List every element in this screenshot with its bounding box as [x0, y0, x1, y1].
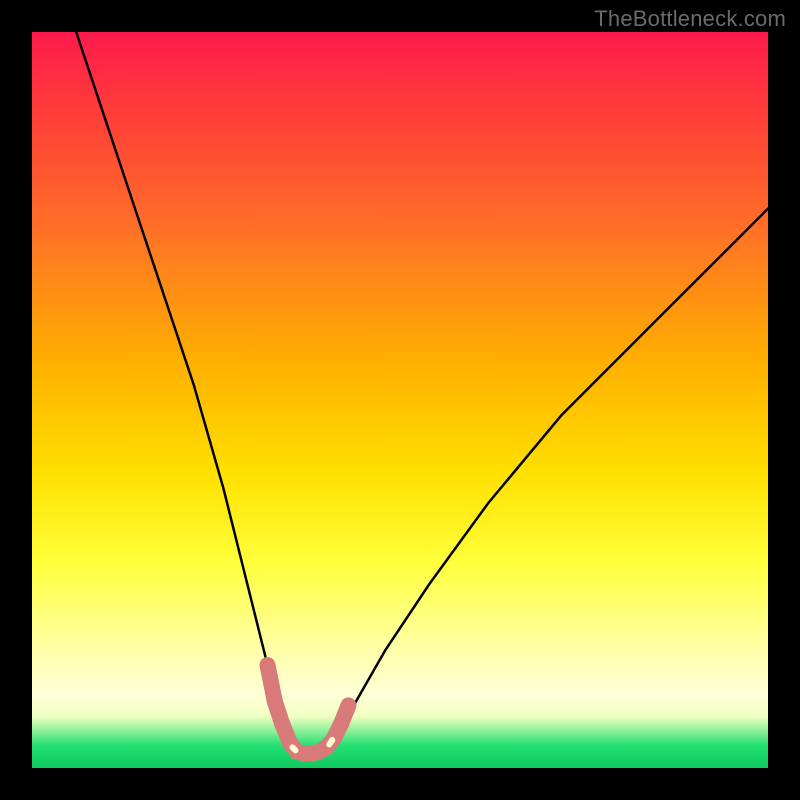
chart-plot-area — [32, 32, 768, 768]
chart-frame: TheBottleneck.com — [0, 0, 800, 800]
bottleneck-curve — [76, 32, 768, 753]
watermark-text: TheBottleneck.com — [594, 6, 786, 32]
curve-line — [76, 32, 768, 753]
marker-segment — [341, 705, 348, 723]
marker-gap — [329, 740, 332, 744]
highlight-markers — [268, 665, 349, 753]
marker-gap — [293, 747, 296, 750]
chart-svg — [32, 32, 768, 768]
